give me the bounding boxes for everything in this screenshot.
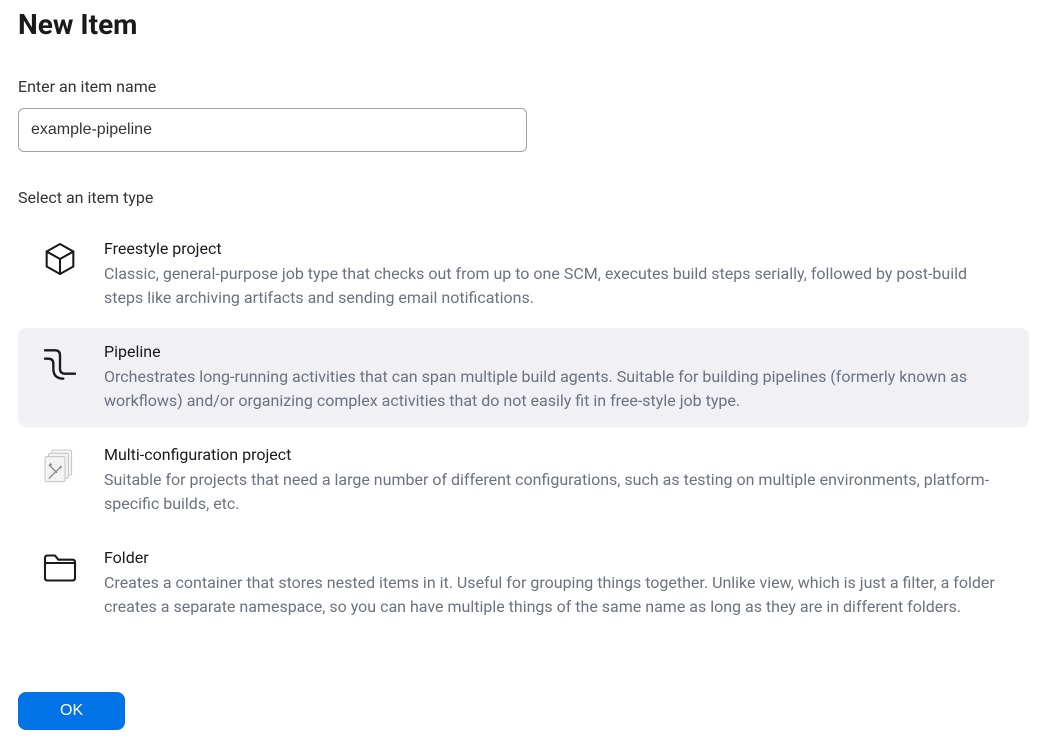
- pipeline-icon: [38, 342, 82, 386]
- item-type-pipeline[interactable]: Pipeline Orchestrates long-running activ…: [18, 328, 1029, 427]
- item-type-desc: Classic, general-purpose job type that c…: [104, 262, 1009, 310]
- item-type-desc: Suitable for projects that need a large …: [104, 468, 1009, 516]
- item-name-input[interactable]: [18, 108, 527, 152]
- item-type-title: Pipeline: [104, 342, 1009, 361]
- folder-icon: [38, 548, 82, 592]
- item-type-folder[interactable]: Folder Creates a container that stores n…: [18, 534, 1029, 633]
- item-type-title: Freestyle project: [104, 239, 1009, 258]
- footer-fade: [0, 651, 1047, 681]
- item-type-desc: Orchestrates long-running activities tha…: [104, 365, 1009, 413]
- multiconfig-icon: [38, 445, 82, 489]
- select-type-label: Select an item type: [18, 188, 1029, 207]
- item-type-multiconfig[interactable]: Multi-configuration project Suitable for…: [18, 431, 1029, 530]
- item-name-label: Enter an item name: [18, 77, 1029, 96]
- item-type-freestyle[interactable]: Freestyle project Classic, general-purpo…: [18, 225, 1029, 324]
- ok-button[interactable]: OK: [18, 692, 125, 730]
- item-type-title: Folder: [104, 548, 1009, 567]
- item-type-title: Multi-configuration project: [104, 445, 1009, 464]
- footer-bar: OK: [0, 681, 1047, 741]
- page-title: New Item: [18, 8, 1029, 41]
- cube-icon: [38, 239, 82, 283]
- item-type-desc: Creates a container that stores nested i…: [104, 571, 1009, 619]
